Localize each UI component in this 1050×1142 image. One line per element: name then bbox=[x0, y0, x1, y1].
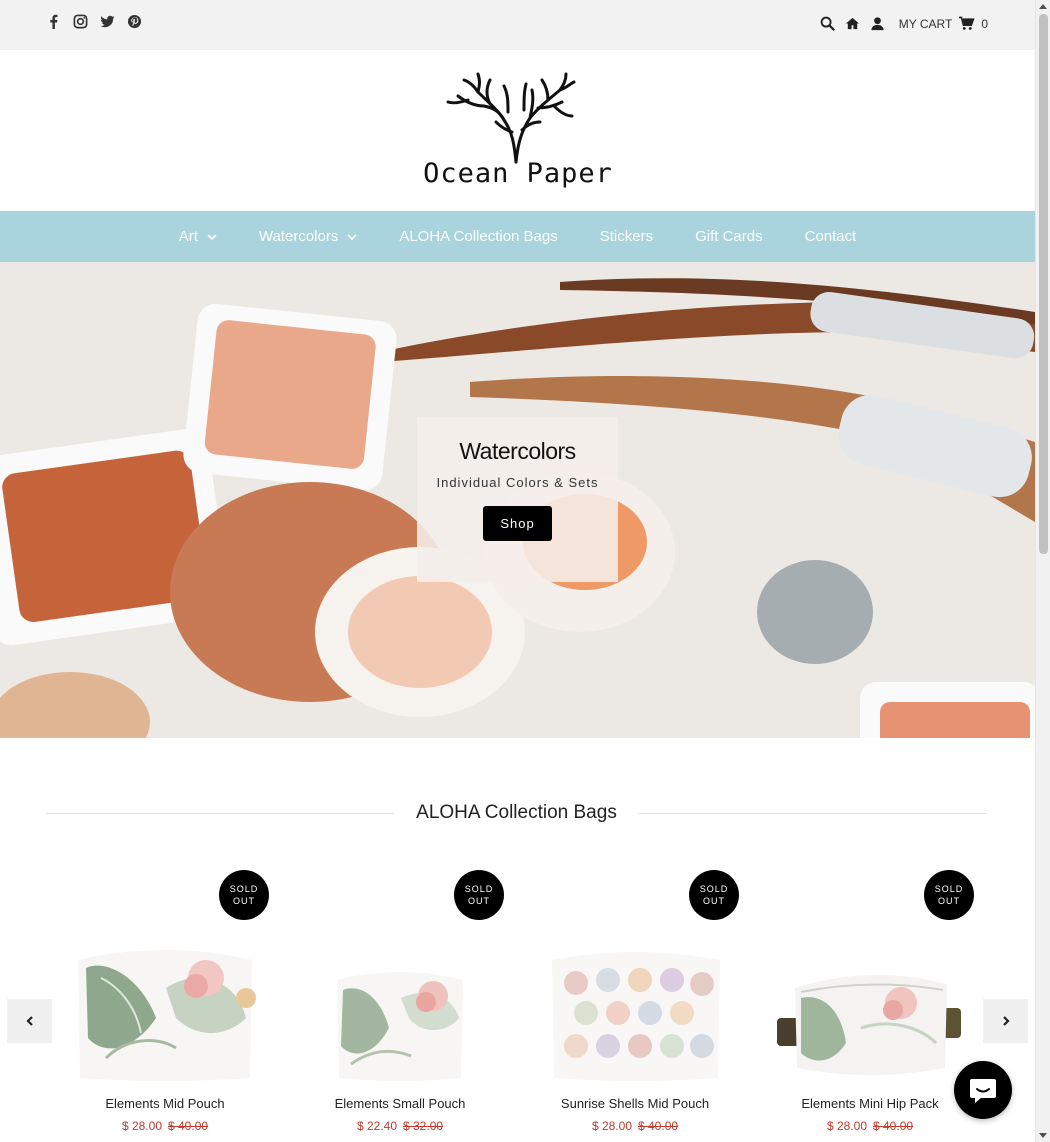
sale-price: $ 28.00 bbox=[591, 1119, 632, 1133]
sold-out-badge: SOLD OUT bbox=[689, 870, 739, 920]
product-name[interactable]: Sunrise Shells Mid Pouch bbox=[516, 1096, 754, 1111]
section-header: ALOHA Collection Bags bbox=[46, 798, 987, 828]
sold-out-badge: SOLD OUT bbox=[924, 870, 974, 920]
product-prices: $ 28.00 $ 40.00 bbox=[516, 1119, 754, 1133]
nav-item-contact[interactable]: Contact bbox=[784, 211, 878, 262]
chevron-down-icon bbox=[347, 233, 357, 240]
product-carousel: SOLD OUT Elements Mid Pouch $ 28.00 $ 40.0… bbox=[46, 868, 987, 1142]
product-image[interactable]: SOLD OUT bbox=[516, 868, 754, 1084]
product-prices: $ 28.00 $ 40.00 bbox=[46, 1119, 284, 1133]
search-icon[interactable] bbox=[820, 16, 835, 31]
site-logo[interactable]: Ocean Paper bbox=[408, 72, 628, 192]
carousel-prev-button[interactable] bbox=[7, 999, 52, 1043]
scroll-up-arrow[interactable] bbox=[1039, 4, 1047, 9]
original-price: $ 32.00 bbox=[403, 1119, 444, 1133]
hero-subtitle: Individual Colors & Sets bbox=[436, 475, 599, 490]
chevron-down-icon bbox=[207, 233, 217, 240]
nav-item-label: Gift Cards bbox=[695, 228, 763, 245]
hero-title: Watercolors bbox=[459, 438, 576, 464]
page-scrollbar[interactable] bbox=[1035, 0, 1050, 1142]
coral-logo-icon bbox=[446, 72, 576, 164]
product-card[interactable]: SOLD OUT Sunrise Shells Mid Pouch $ 28.00… bbox=[516, 868, 754, 1133]
hero-shop-button[interactable]: Shop bbox=[483, 506, 552, 541]
product-card[interactable]: SOLD OUT Elements Small Pouch $ 22.40 $ 32… bbox=[281, 868, 519, 1133]
social-links bbox=[46, 14, 142, 29]
chevron-left-icon bbox=[25, 1016, 33, 1026]
sold-out-badge: SOLD OUT bbox=[454, 870, 504, 920]
hero-caption-box: Watercolors Individual Colors & Sets Sho… bbox=[417, 417, 618, 582]
original-price: $ 40.00 bbox=[168, 1119, 209, 1133]
facebook-icon[interactable] bbox=[46, 14, 61, 29]
top-right-actions: MY CART 0 bbox=[820, 16, 988, 31]
chat-button[interactable] bbox=[954, 1061, 1012, 1119]
instagram-icon[interactable] bbox=[73, 14, 88, 29]
hero-banner[interactable]: Watercolors Individual Colors & Sets Sho… bbox=[0, 262, 1035, 738]
product-image[interactable]: SOLD OUT bbox=[751, 868, 989, 1084]
pinterest-icon[interactable] bbox=[127, 14, 142, 29]
user-icon[interactable] bbox=[870, 16, 885, 31]
scroll-down-arrow[interactable] bbox=[1039, 1133, 1047, 1138]
nav-item-label: Contact bbox=[804, 228, 857, 245]
original-price: $ 40.00 bbox=[873, 1119, 914, 1133]
main-nav: Art Watercolors ALOHA Collection Bags St… bbox=[0, 211, 1035, 262]
product-name[interactable]: Elements Small Pouch bbox=[281, 1096, 519, 1111]
nav-item-label: Stickers bbox=[599, 228, 654, 245]
section-title[interactable]: ALOHA Collection Bags bbox=[46, 802, 987, 824]
nav-item-label: Art bbox=[178, 228, 198, 245]
nav-item-aloha-collection-bags[interactable]: ALOHA Collection Bags bbox=[378, 211, 578, 262]
nav-item-label: Watercolors bbox=[258, 228, 339, 245]
sale-price: $ 28.00 bbox=[826, 1119, 867, 1133]
nav-item-gift-cards[interactable]: Gift Cards bbox=[674, 211, 784, 262]
nav-item-art[interactable]: Art bbox=[158, 211, 238, 262]
cart-label: MY CART bbox=[898, 16, 953, 31]
product-prices: $ 28.00 $ 40.00 bbox=[751, 1119, 989, 1133]
twitter-icon[interactable] bbox=[100, 14, 115, 29]
chat-bubble-icon bbox=[970, 1079, 996, 1103]
top-bar: MY CART 0 bbox=[0, 0, 1035, 50]
cart-count: 0 bbox=[981, 16, 988, 31]
home-icon[interactable] bbox=[845, 16, 860, 31]
sold-out-badge: SOLD OUT bbox=[219, 870, 269, 920]
page: MY CART 0 Ocean Paper Art Watercolors AL… bbox=[0, 0, 1035, 1142]
carousel-next-button[interactable] bbox=[983, 999, 1028, 1043]
product-name[interactable]: Elements Mini Hip Pack bbox=[751, 1096, 989, 1111]
product-name[interactable]: Elements Mid Pouch bbox=[46, 1096, 284, 1111]
scrollbar-thumb[interactable] bbox=[1039, 14, 1048, 554]
product-card[interactable]: SOLD OUT Elements Mid Pouch $ 28.00 $ 40.0… bbox=[46, 868, 284, 1133]
sale-price: $ 22.40 bbox=[356, 1119, 397, 1133]
nav-item-watercolors[interactable]: Watercolors bbox=[238, 211, 378, 262]
header-logo-area: Ocean Paper bbox=[0, 50, 1035, 211]
original-price: $ 40.00 bbox=[638, 1119, 679, 1133]
product-image[interactable]: SOLD OUT bbox=[281, 868, 519, 1084]
shopping-cart-icon bbox=[959, 16, 975, 30]
nav-item-label: ALOHA Collection Bags bbox=[399, 228, 558, 245]
logo-text: Ocean Paper bbox=[423, 158, 613, 189]
chevron-right-icon bbox=[1002, 1016, 1010, 1026]
nav-item-stickers[interactable]: Stickers bbox=[579, 211, 674, 262]
sale-price: $ 28.00 bbox=[121, 1119, 162, 1133]
cart-button[interactable]: MY CART 0 bbox=[899, 16, 988, 31]
product-image[interactable]: SOLD OUT bbox=[46, 868, 284, 1084]
product-prices: $ 22.40 $ 32.00 bbox=[281, 1119, 519, 1133]
